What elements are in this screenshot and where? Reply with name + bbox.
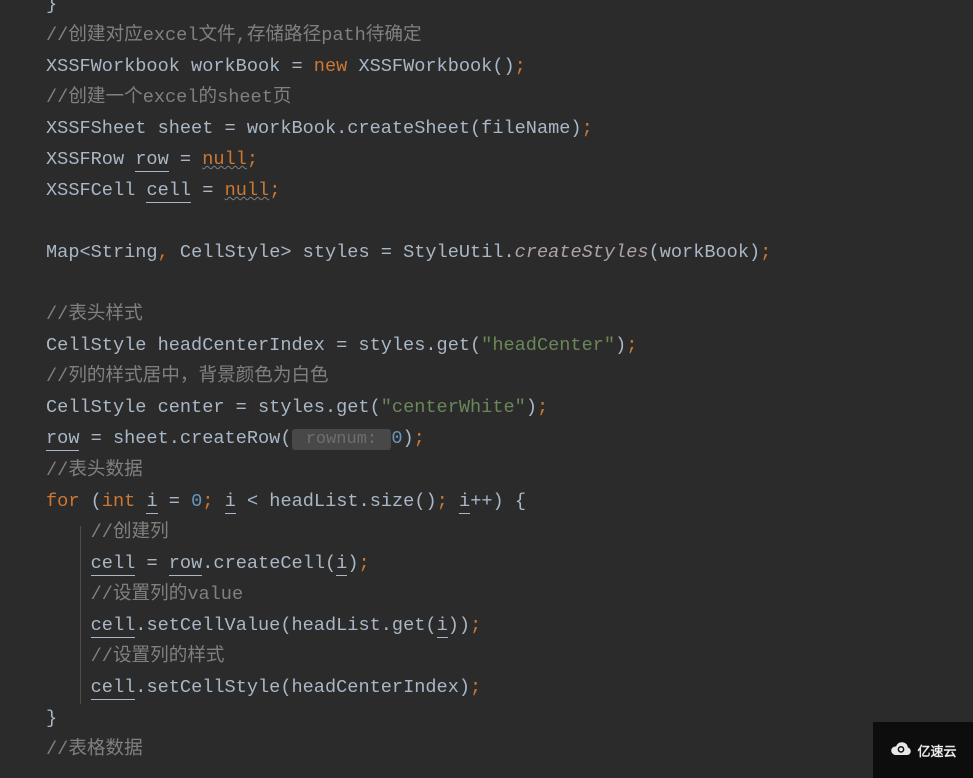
cloud-icon bbox=[889, 739, 913, 762]
code-line: for (int i = 0; i < headList.size(); i++… bbox=[46, 491, 526, 514]
code-line: Map<String, CellStyle> styles = StyleUti… bbox=[46, 242, 771, 263]
code-line: XSSFSheet sheet = workBook.createSheet(f… bbox=[46, 118, 593, 139]
code-comment: //创建一个excel的sheet页 bbox=[46, 87, 291, 108]
code-line: XSSFRow row = null; bbox=[46, 149, 258, 172]
code-line: XSSFCell cell = null; bbox=[46, 180, 280, 203]
code-comment: //表头数据 bbox=[46, 460, 143, 481]
watermark-badge: 亿速云 bbox=[873, 722, 973, 778]
code-comment: //列的样式居中，背景颜色为白色 bbox=[46, 366, 329, 387]
parameter-hint: rownum: bbox=[292, 429, 392, 450]
code-editor[interactable]: } //创建对应excel文件,存储路径path待确定 XSSFWorkbook… bbox=[0, 0, 973, 765]
code-comment: //创建对应excel文件,存储路径path待确定 bbox=[46, 25, 422, 46]
code-line: cell.setCellStyle(headCenterIndex); bbox=[91, 677, 482, 700]
code-line: XSSFWorkbook workBook = new XSSFWorkbook… bbox=[46, 56, 526, 77]
code-line: CellStyle headCenterIndex = styles.get("… bbox=[46, 335, 637, 356]
code-line: row = sheet.createRow( rownum: 0); bbox=[46, 428, 425, 449]
code-comment: //表头样式 bbox=[46, 304, 143, 325]
code-line: cell.setCellValue(headList.get(i)); bbox=[91, 615, 482, 638]
code-comment: //设置列的value bbox=[91, 584, 243, 605]
code-line: } bbox=[46, 708, 57, 729]
watermark-text: 亿速云 bbox=[917, 741, 956, 760]
indent-guide bbox=[80, 526, 81, 704]
code-comment: //创建列 bbox=[91, 522, 169, 543]
code-comment: //设置列的样式 bbox=[91, 646, 225, 667]
code-line: } bbox=[46, 0, 57, 15]
code-line: CellStyle center = styles.get("centerWhi… bbox=[46, 397, 548, 418]
code-line: cell = row.createCell(i); bbox=[91, 553, 370, 576]
code-comment: //表格数据 bbox=[46, 739, 143, 760]
